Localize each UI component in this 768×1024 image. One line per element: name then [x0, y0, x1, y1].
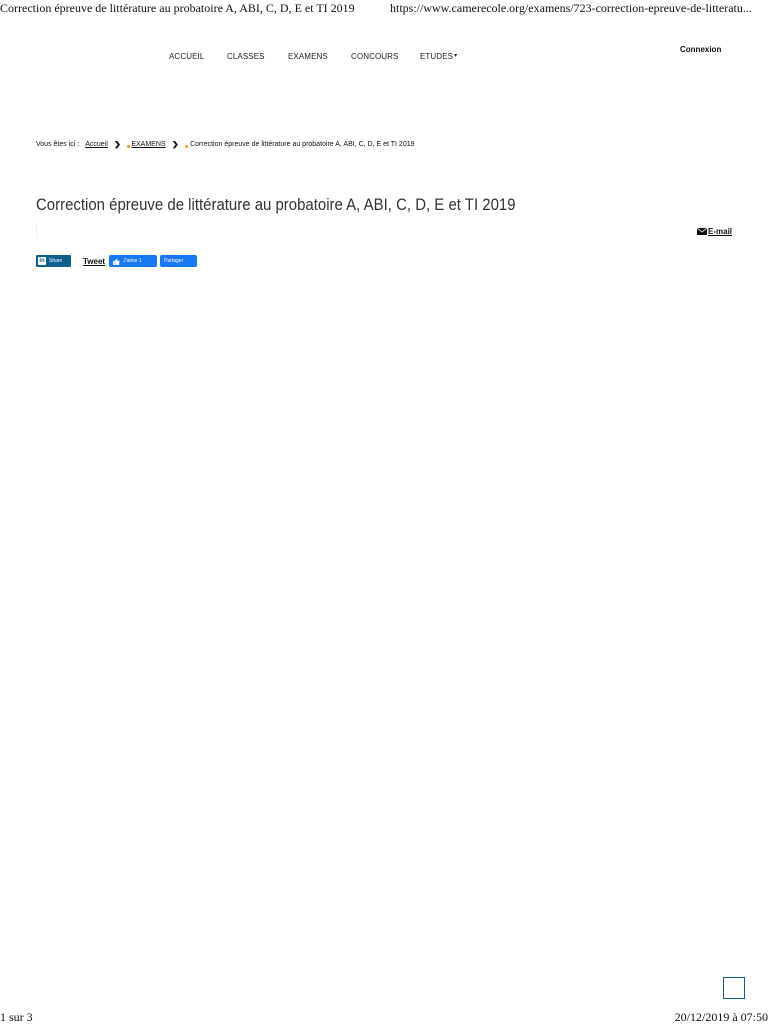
page-title: Correction épreuve de littérature au pro… — [36, 195, 516, 215]
linkedin-share-label: Share — [49, 258, 63, 264]
nav-item-etudes-label: ETUDES — [420, 52, 454, 61]
facebook-like-button[interactable]: J'aime 1 — [109, 255, 158, 267]
nav-item-concours[interactable]: CONCOURS — [351, 52, 398, 61]
chevron-down-icon: ▾ — [454, 53, 458, 59]
linkedin-share-button[interactable]: in Share — [36, 255, 71, 267]
breadcrumb-prefix: Vous êtes ici : — [36, 140, 80, 148]
chevron-right-icon: ❯ — [113, 139, 122, 148]
breadcrumb: Vous êtes ici : Accueil ❯ EXAMENS ❯ Corr… — [36, 139, 415, 149]
nav-item-examens[interactable]: EXAMENS — [288, 52, 328, 61]
email-link[interactable]: E-mail — [697, 227, 732, 236]
main-nav: ACCUEIL CLASSES EXAMENS CONCOURS ETUDES▾ — [0, 52, 768, 66]
bullet-icon — [127, 144, 131, 148]
facebook-share-label: Partager — [164, 258, 184, 264]
page: Correction épreuve de littérature au pro… — [0, 0, 768, 1024]
envelope-icon — [697, 228, 707, 235]
social-share-bar: in Share Tweet J'aime 1 Partager — [36, 254, 198, 268]
print-header: Correction épreuve de littérature au pro… — [0, 1, 768, 17]
facebook-like-label: J'aime 1 — [123, 258, 142, 264]
breadcrumb-section-link[interactable]: EXAMENS — [131, 141, 165, 148]
tweet-link[interactable]: Tweet — [83, 257, 105, 266]
print-header-url: https://www.camerecole.org/examens/723-c… — [390, 1, 752, 15]
linkedin-icon: in — [38, 257, 46, 265]
facebook-share-button[interactable]: Partager — [160, 255, 198, 267]
chevron-right-icon: ❯ — [171, 139, 180, 148]
bullet-icon — [185, 144, 189, 148]
page-number: 1 sur 3 — [0, 1010, 33, 1024]
nav-item-classes[interactable]: CLASSES — [227, 52, 265, 61]
print-date: 20/12/2019 à 07:50 — [674, 1010, 768, 1024]
back-to-top-button[interactable] — [723, 977, 745, 999]
divider — [36, 223, 37, 239]
breadcrumb-home-link[interactable]: Accueil — [85, 141, 108, 148]
nav-item-accueil[interactable]: ACCUEIL — [169, 52, 204, 61]
nav-item-etudes[interactable]: ETUDES▾ — [420, 52, 457, 61]
print-header-title: Correction épreuve de littérature au pro… — [0, 1, 355, 15]
print-footer: 1 sur 3 20/12/2019 à 07:50 — [0, 1010, 768, 1024]
thumbs-up-icon — [113, 257, 120, 265]
login-link[interactable]: Connexion — [680, 45, 721, 54]
email-label: E-mail — [708, 227, 733, 236]
breadcrumb-current: Correction épreuve de littérature au pro… — [190, 140, 415, 148]
